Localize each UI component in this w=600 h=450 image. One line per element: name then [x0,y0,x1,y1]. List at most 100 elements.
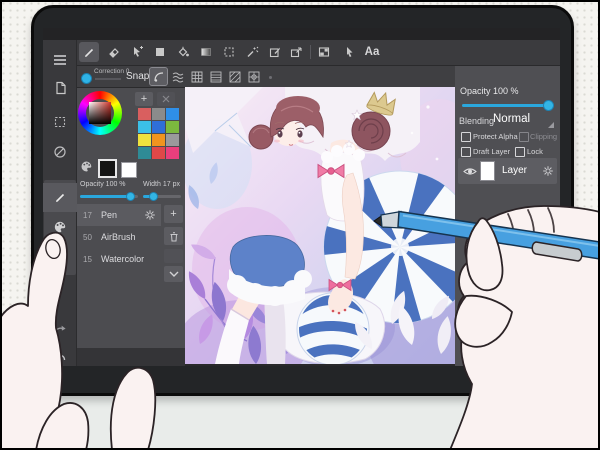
swatch[interactable] [152,147,165,159]
selection-button[interactable] [43,110,77,134]
grid-icon [191,71,202,82]
gear-icon[interactable] [542,165,554,177]
lock-checkbox[interactable] [515,147,525,157]
brush-more-button[interactable] [164,266,183,282]
palette-icon [80,160,93,178]
dropdown-corner-icon [548,122,554,128]
brush-row-pen[interactable]: 17 Pen [77,204,161,226]
correction-track[interactable] [95,78,121,80]
swatch[interactable] [166,134,179,146]
deselect-button[interactable] [43,140,77,164]
swatch[interactable] [166,121,179,133]
swatch[interactable] [166,147,179,159]
add-brush-button[interactable]: + [164,205,183,223]
brush-opacity-knob[interactable] [126,192,135,201]
edit-tool-button[interactable] [265,42,285,62]
plus-label: + [170,208,177,220]
main-toolbar: Aa [43,40,560,66]
brush-up-button[interactable] [164,249,183,263]
clipping-checkbox[interactable] [519,132,529,142]
eraser-tool-button[interactable] [103,42,123,62]
layer-opacity-slider[interactable] [462,104,550,107]
swatch[interactable] [166,108,179,120]
swatch[interactable] [152,121,165,133]
layer-opacity-knob[interactable] [543,100,554,111]
trash-icon [492,344,500,354]
snap-off-button[interactable] [149,67,168,86]
marquee-icon [224,47,234,57]
brush-name: Pen [101,210,118,220]
snap-parallel-button[interactable] [169,68,186,85]
select-tool-button[interactable] [219,42,239,62]
secondary-toolbar: Correction 0 Snap [77,66,455,88]
protect-alpha-checkbox[interactable] [461,132,471,142]
pointer-tool-button[interactable] [339,42,359,62]
brush-opacity-slider[interactable] [80,195,132,198]
add-swatch-button[interactable]: + [135,92,153,106]
snap-lines-button[interactable] [207,68,224,85]
correction-knob[interactable] [81,73,92,84]
diagonal-hatch-icon [229,71,240,82]
split-view-button[interactable] [314,42,334,62]
snap-grid-button[interactable] [188,68,205,85]
brush-width-knob[interactable] [149,192,158,201]
eraser-icon [109,48,119,58]
layer-row[interactable]: Layer [458,158,557,184]
layer-thumbnail[interactable] [480,161,495,181]
chevron-down-icon [169,271,178,277]
swatch[interactable] [138,134,151,146]
text-tool-button[interactable]: Aa [362,42,382,62]
layers-panel-toggle[interactable] [43,245,77,269]
delete-brush-button[interactable] [164,227,183,245]
menu-button[interactable] [43,48,77,72]
export-button[interactable] [286,42,306,62]
horizontal-lines-icon [210,71,221,82]
saturation-value-box[interactable] [89,102,111,124]
new-document-button[interactable] [43,76,77,100]
left-toolstrip [43,40,77,366]
wand-tool-button[interactable] [242,42,262,62]
bucket-tool-button[interactable] [173,42,193,62]
filled-square-icon [156,48,164,56]
wavy-lines-icon [172,72,183,82]
gradient-tool-button[interactable] [196,42,216,62]
swatch[interactable] [138,108,151,120]
blending-select[interactable]: Normal [493,113,530,125]
eye-icon[interactable] [463,166,477,177]
foreground-color-chip[interactable] [98,159,117,178]
document-icon [55,81,66,95]
delete-swatch-button[interactable] [157,92,175,106]
move-tool-button[interactable] [127,42,147,62]
merge-layer-button[interactable] [511,340,529,358]
redo-button[interactable] [43,317,77,341]
shape-tool-button[interactable] [150,42,170,62]
brush-size: 15 [83,254,92,264]
add-layer-button[interactable]: + [463,340,481,358]
snap-radial-button[interactable] [245,68,262,85]
brush-row-watercolor[interactable]: 15 Watercolor [77,248,161,270]
brush-size: 50 [83,232,92,242]
canvas-artwork[interactable] [185,87,455,364]
draft-layer-label: Draft Layer [473,147,511,156]
undo-button[interactable] [43,344,77,366]
snap-cross-button[interactable] [226,68,243,85]
swatch[interactable] [152,134,165,146]
brush-panel-toggle[interactable] [43,185,77,209]
draft-layer-checkbox[interactable] [461,147,471,157]
brush-width-label: Width 17 px [143,181,180,188]
swatch[interactable] [138,147,151,159]
redo-arrow-icon [54,325,66,334]
pointer-icon [347,47,353,57]
swatch[interactable] [138,121,151,133]
delete-layer-button[interactable] [487,340,505,358]
color-panel-toggle[interactable] [43,215,77,239]
hamburger-icon [54,55,66,65]
brush-width-slider-rest[interactable] [154,195,181,198]
toolbar-divider [310,45,311,59]
swatch[interactable] [152,108,165,120]
brush-row-airbrush[interactable]: 50 AirBrush [77,226,161,248]
layer-name: Layer [502,165,528,176]
background-color-chip[interactable] [121,162,137,178]
pen-tool-button[interactable] [79,42,99,62]
gear-icon[interactable] [144,209,156,221]
